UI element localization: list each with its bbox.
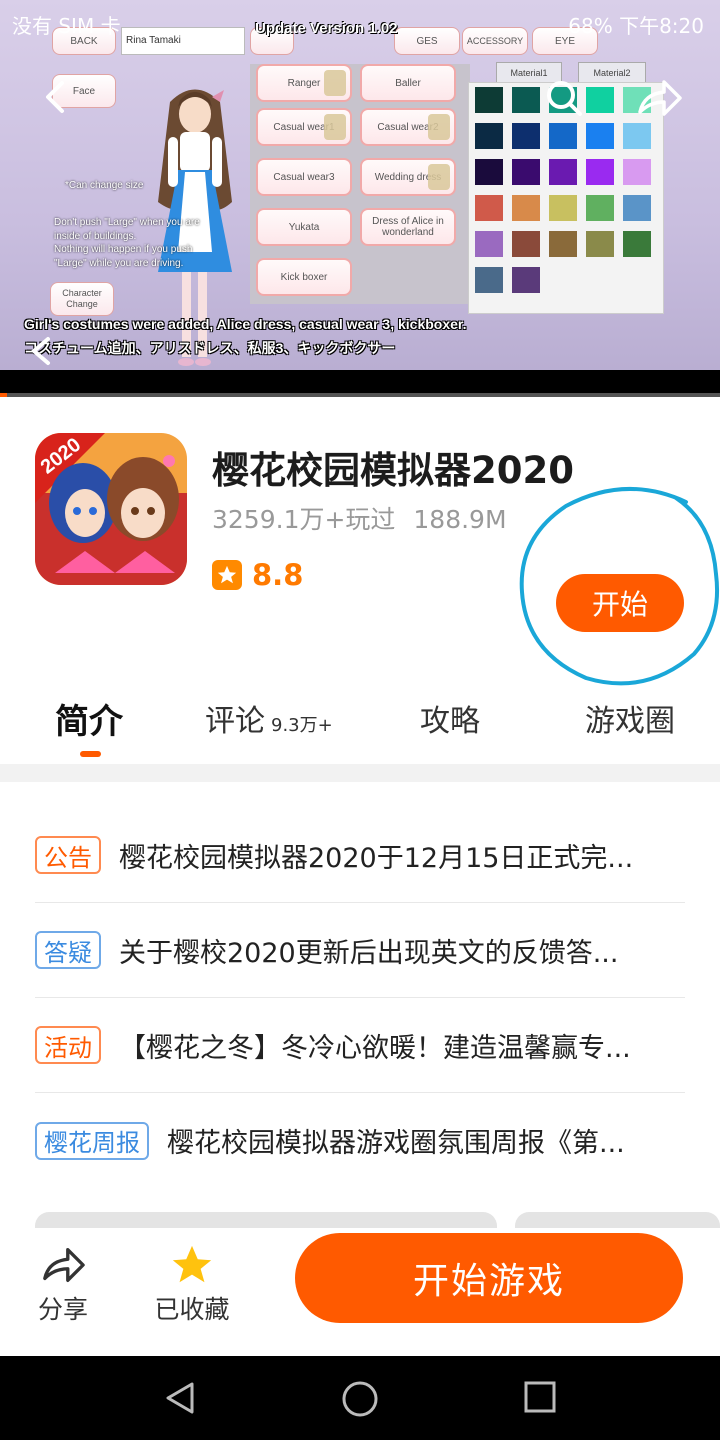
favorite-label: 已收藏 <box>154 1295 230 1324</box>
costume-casual-wear3: Casual wear3 <box>256 158 352 196</box>
news-text: 樱花校园模拟器2020于12月15日正式完... <box>119 842 634 874</box>
color-swatch <box>586 123 614 149</box>
color-swatch <box>586 195 614 221</box>
color-swatch <box>475 195 503 221</box>
color-swatch <box>475 231 503 257</box>
news-item-event[interactable]: 活动 【樱花之冬】冬冷心欲暖！建造温馨赢专... <box>35 998 685 1093</box>
costume-casual-wear1: Casual wear1 <box>256 108 352 146</box>
color-swatch <box>549 195 577 221</box>
play-count: 3259.1万+玩过 <box>212 505 396 534</box>
news-tag: 答疑 <box>35 931 101 969</box>
app-size: 188.9M <box>413 505 507 534</box>
note-warning-1: Don't push "Large" when you are <box>54 217 200 228</box>
note-warning-3: Nothing will happen if you push <box>54 244 193 255</box>
costume-wedding-dress: Wedding dress <box>360 158 456 196</box>
share-arrow-icon[interactable] <box>636 78 682 118</box>
tab-reviews[interactable]: 评论 9.3万+ <box>205 696 333 740</box>
nav-home-icon[interactable] <box>341 1380 379 1418</box>
color-swatch <box>512 87 540 113</box>
color-swatch <box>475 87 503 113</box>
video-frame: BACK Rina Tamaki GES ACCESSORY EYE Face … <box>0 0 720 370</box>
color-swatch <box>586 159 614 185</box>
costume-yukata: Yukata <box>256 208 352 246</box>
costume-casual-wear2: Casual wear2 <box>360 108 456 146</box>
detail-tabs: 简介 评论 9.3万+ 攻略 游戏圈 <box>0 680 720 764</box>
start-button[interactable]: 开始 <box>556 574 684 632</box>
color-swatch <box>623 231 651 257</box>
review-count: 9.3万+ <box>271 715 333 736</box>
tab-community[interactable]: 游戏圈 <box>585 696 675 740</box>
costume-kick-boxer: Kick boxer <box>256 258 352 296</box>
costume-alice-dress: Dress of Alice in wonderland <box>360 208 456 246</box>
color-swatch <box>512 159 540 185</box>
app-rating: 8.8 <box>212 558 303 592</box>
rating-star-icon <box>212 560 242 590</box>
note-warning-2: inside of buildings. <box>54 231 137 242</box>
status-carrier: 没有 SIM 卡 <box>12 14 121 38</box>
app-title: 樱花校园模拟器2020 <box>212 449 574 492</box>
share-icon <box>43 1248 85 1282</box>
status-bar: 没有 SIM 卡 Update Version 1.02 68% 下午8:20 <box>0 0 720 46</box>
color-swatch <box>549 231 577 257</box>
news-text: 【樱花之冬】冬冷心欲暖！建造温馨赢专... <box>119 1032 631 1064</box>
game-character-change-button: Character Change <box>50 282 114 316</box>
nav-back-icon[interactable] <box>162 1380 198 1416</box>
active-tab-indicator <box>80 751 101 757</box>
status-battery-time: 68% 下午8:20 <box>568 14 704 38</box>
color-swatch <box>623 123 651 149</box>
star-icon <box>172 1245 212 1283</box>
note-size: *Can change size <box>65 180 144 191</box>
color-swatch <box>623 195 651 221</box>
color-swatch <box>475 159 503 185</box>
news-tag: 活动 <box>35 1026 101 1064</box>
video-caption-english: Girl's costumes were added, Alice dress,… <box>24 316 467 332</box>
color-swatch <box>549 159 577 185</box>
news-text: 关于樱校2020更新后出现英文的反馈答... <box>119 937 619 969</box>
video-version-title: Update Version 1.02 <box>255 20 398 37</box>
color-swatch <box>512 231 540 257</box>
news-item-weekly[interactable]: 樱花周报 樱花校园模拟器游戏圈氛围周报《第... <box>35 1093 685 1188</box>
color-swatch <box>512 195 540 221</box>
video-player[interactable]: BACK Rina Tamaki GES ACCESSORY EYE Face … <box>0 0 720 393</box>
color-swatch <box>586 231 614 257</box>
app-icon: 2020 <box>35 433 187 585</box>
video-progress-fill <box>0 393 8 397</box>
news-item-announcement[interactable]: 公告 樱花校园模拟器2020于12月15日正式完... <box>35 808 685 903</box>
back-arrow-icon[interactable] <box>40 80 70 114</box>
color-swatch <box>586 87 614 113</box>
start-game-button[interactable]: 开始游戏 <box>295 1233 683 1323</box>
color-swatch <box>623 159 651 185</box>
nav-recents-icon[interactable] <box>523 1380 557 1414</box>
rewind-icon[interactable] <box>28 336 54 366</box>
costume-panel: Ranger Baller Casual wear1 Casual wear2 … <box>250 64 470 304</box>
color-swatch <box>549 123 577 149</box>
news-text: 樱花校园模拟器游戏圈氛围周报《第... <box>167 1128 625 1159</box>
costume-baller: Baller <box>360 64 456 102</box>
news-tag: 公告 <box>35 836 101 874</box>
bottom-action-bar: 分享 已收藏 开始游戏 <box>0 1228 720 1356</box>
search-icon[interactable] <box>544 78 584 118</box>
color-swatch <box>512 267 540 293</box>
share-button[interactable]: 分享 <box>18 1240 108 1326</box>
note-warning-4: "Large" while you are driving. <box>54 258 184 269</box>
favorite-button[interactable]: 已收藏 <box>147 1240 237 1326</box>
app-meta: 3259.1万+玩过 188.9M <box>212 500 507 536</box>
color-swatch <box>475 267 503 293</box>
system-nav-bar <box>0 1356 720 1440</box>
tab-guides[interactable]: 攻略 <box>420 696 480 740</box>
rating-value: 8.8 <box>252 558 304 592</box>
costume-ranger: Ranger <box>256 64 352 102</box>
color-swatch <box>512 123 540 149</box>
news-tag: 樱花周报 <box>35 1121 149 1160</box>
video-caption-japanese: コスチューム追加、アリスドレス、私服3、キックボクサー <box>24 340 396 356</box>
share-label: 分享 <box>37 1295 88 1324</box>
tab-intro[interactable]: 简介 <box>55 694 123 743</box>
section-divider <box>0 764 720 782</box>
video-progress-bar[interactable] <box>0 393 720 397</box>
news-item-faq[interactable]: 答疑 关于樱校2020更新后出现英文的反馈答... <box>35 903 685 998</box>
color-swatch <box>475 123 503 149</box>
